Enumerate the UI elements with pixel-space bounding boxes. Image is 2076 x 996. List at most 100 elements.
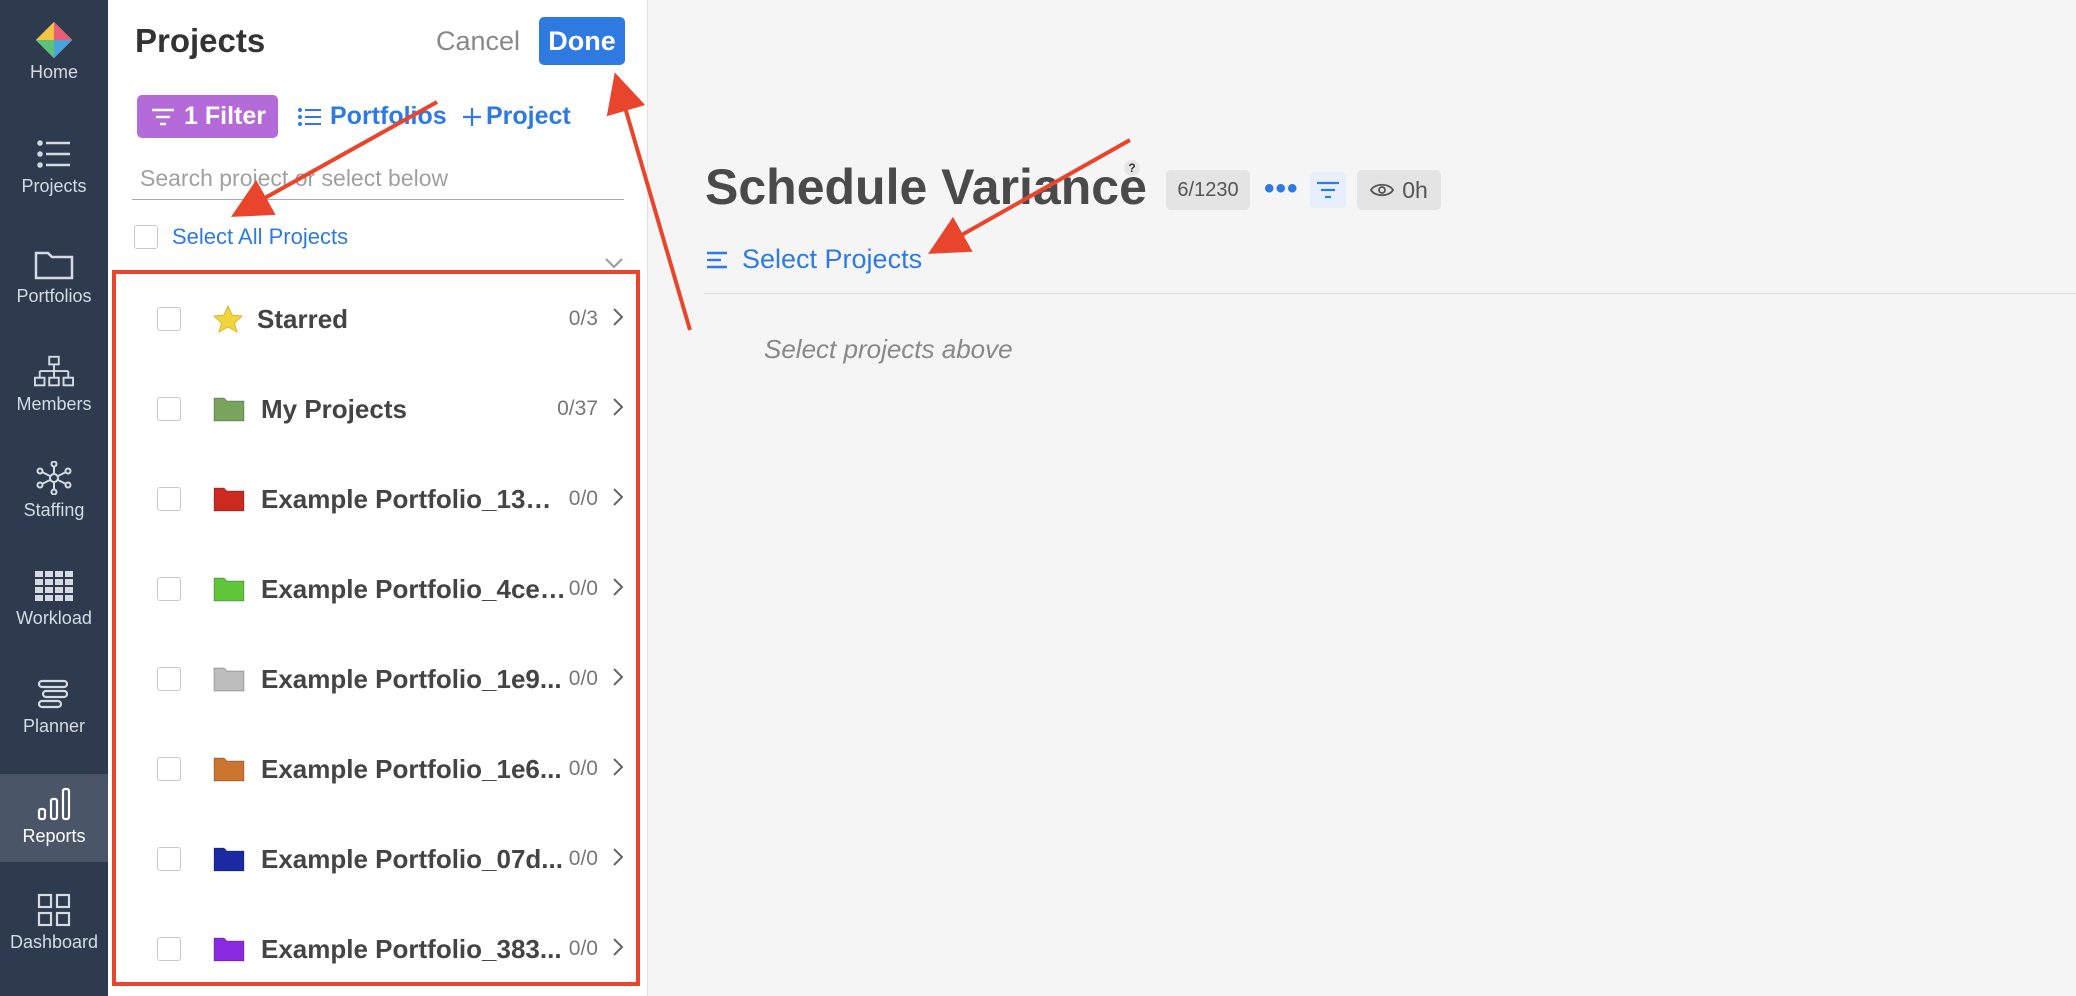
nav-portfolios-label: Portfolios <box>16 286 92 306</box>
hours-badge[interactable]: 0h <box>1357 170 1441 210</box>
report-title: Schedule Variance <box>705 159 1147 215</box>
project-row-name: Example Portfolio_07d... <box>261 843 563 874</box>
folder-icon <box>213 935 245 963</box>
chevron-right-icon[interactable] <box>612 307 624 332</box>
project-list: Starred 0/3 My Projects 0/37 Example Portfol… <box>112 270 640 986</box>
list-icon <box>298 107 321 126</box>
filter-icon <box>152 108 174 125</box>
search-input[interactable] <box>132 157 624 200</box>
nav-workload-label: Workload <box>16 608 92 628</box>
folder-icon <box>213 845 245 873</box>
planner-icon <box>34 676 74 712</box>
project-row-name: Example Portfolio_1e9... <box>261 663 562 694</box>
chevron-right-icon[interactable] <box>612 577 624 602</box>
nav-projects-label: Projects <box>21 176 87 196</box>
project-row-count: 0/0 <box>568 847 598 870</box>
nav-home-label: Home <box>29 62 78 82</box>
row-checkbox[interactable] <box>157 307 181 331</box>
project-row-count: 0/0 <box>568 667 598 690</box>
projects-list-icon <box>34 136 74 172</box>
row-checkbox[interactable] <box>157 847 181 871</box>
project-row[interactable]: Example Portfolio_13bf... 0/0 <box>116 454 636 544</box>
project-row[interactable]: Example Portfolio_1e6... 0/0 <box>116 724 636 814</box>
project-row[interactable]: My Projects 0/37 <box>116 364 636 454</box>
project-row-name: Example Portfolio_13bf... <box>261 483 566 514</box>
project-row-count: 0/0 <box>568 937 598 960</box>
folder-icon <box>213 395 245 423</box>
select-all-projects[interactable]: Select All Projects <box>134 224 348 250</box>
folder-icon <box>34 246 74 282</box>
nav-home[interactable]: Home <box>0 21 108 83</box>
add-project-button[interactable]: Project <box>462 102 571 131</box>
select-all-label: Select All Projects <box>172 224 349 249</box>
projects-panel: Projects Cancel Done 1 Filter Portfolios… <box>108 0 648 996</box>
project-row-name: Example Portfolio_1e6... <box>261 753 562 784</box>
project-row[interactable]: Example Portfolio_383... 0/0 <box>116 904 636 994</box>
chevron-right-icon[interactable] <box>612 487 624 512</box>
nav-dashboard[interactable]: Dashboard <box>0 892 108 953</box>
project-row-name: Example Portfolio_4cec... <box>261 573 566 604</box>
filter-label: 1 Filter <box>184 102 266 130</box>
plus-icon <box>463 107 481 126</box>
nav-projects[interactable]: Projects <box>0 136 108 197</box>
project-row-count: 0/0 <box>568 577 598 600</box>
project-row[interactable]: Example Portfolio_07d... 0/0 <box>116 814 636 904</box>
home-logo-icon <box>34 21 74 59</box>
more-options-icon[interactable]: ••• <box>1264 172 1299 206</box>
nav-reports[interactable]: Reports <box>0 774 108 862</box>
project-row[interactable]: Example Portfolio_1e9... 0/0 <box>116 634 636 724</box>
dashboard-icon <box>34 892 74 928</box>
panel-title: Projects <box>135 22 266 59</box>
chevron-right-icon[interactable] <box>612 847 624 872</box>
chevron-right-icon[interactable] <box>612 937 624 962</box>
select-projects-button[interactable]: Select Projects <box>706 244 922 275</box>
chevron-right-icon[interactable] <box>612 667 624 692</box>
row-checkbox[interactable] <box>157 667 181 691</box>
select-projects-label: Select Projects <box>742 244 923 274</box>
nav-reports-label: Reports <box>22 826 86 846</box>
project-row-name: My Projects <box>261 393 407 424</box>
done-button[interactable]: Done <box>539 17 625 65</box>
nav-portfolios[interactable]: Portfolios <box>0 246 108 307</box>
nav-members[interactable]: Members <box>0 354 108 415</box>
add-project-label: Project <box>486 102 571 130</box>
chevron-right-icon[interactable] <box>612 757 624 782</box>
eye-icon <box>1370 183 1395 197</box>
nav-staffing[interactable]: Staffing <box>0 460 108 521</box>
folder-icon <box>213 485 245 513</box>
cancel-button[interactable]: Cancel <box>436 26 520 57</box>
star-icon <box>212 304 245 334</box>
project-row-count: 0/0 <box>568 757 598 780</box>
empty-state-message: Select projects above <box>764 334 1013 364</box>
project-count-badge: 6/1230 <box>1166 170 1250 210</box>
folder-icon <box>213 575 245 603</box>
folder-icon <box>213 755 245 783</box>
row-checkbox[interactable] <box>157 397 181 421</box>
menu-icon <box>707 251 727 268</box>
project-row-name: Starred <box>257 303 349 334</box>
bar-chart-icon <box>34 786 74 822</box>
chevron-right-icon[interactable] <box>612 397 624 422</box>
header-divider <box>704 293 2076 294</box>
portfolios-button[interactable]: Portfolios <box>298 102 447 131</box>
row-checkbox[interactable] <box>157 577 181 601</box>
hours-value: 0h <box>1402 176 1428 203</box>
left-nav: Home Projects Portfolios Members Staffin… <box>0 0 108 996</box>
row-checkbox[interactable] <box>157 757 181 781</box>
row-checkbox[interactable] <box>157 937 181 961</box>
portfolios-label: Portfolios <box>330 102 447 130</box>
project-row-name: Example Portfolio_383... <box>261 933 562 964</box>
nav-staffing-label: Staffing <box>23 500 85 520</box>
nav-workload[interactable]: Workload <box>0 568 108 629</box>
report-filter-button[interactable] <box>1310 172 1346 208</box>
row-checkbox[interactable] <box>157 487 181 511</box>
nav-planner[interactable]: Planner <box>0 676 108 737</box>
filter-button[interactable]: 1 Filter <box>137 95 278 138</box>
network-icon <box>34 460 74 496</box>
project-row[interactable]: Starred 0/3 <box>116 274 636 364</box>
folder-icon <box>213 665 245 693</box>
project-row-count: 0/3 <box>568 307 598 330</box>
select-all-checkbox[interactable] <box>134 225 158 249</box>
project-row[interactable]: Example Portfolio_4cec... 0/0 <box>116 544 636 634</box>
help-icon[interactable]: ? <box>1124 160 1140 176</box>
